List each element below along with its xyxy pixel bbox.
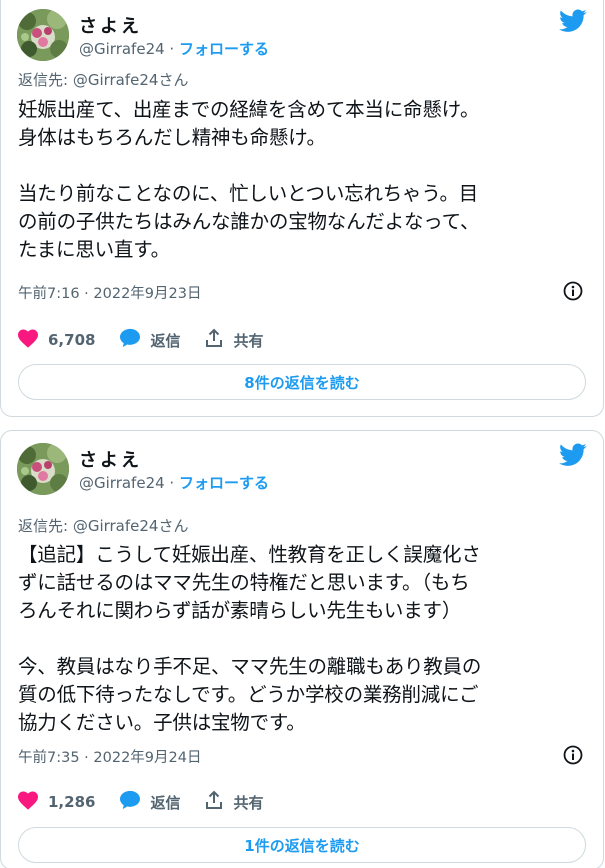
tweet-text-line: 質の低下待ったなしです。どうか学校の業務削減にご: [18, 683, 479, 706]
reply-label: 返信: [150, 793, 181, 812]
like-button[interactable]: 6,708: [17, 328, 95, 352]
tweet-text-line: 協力ください。子供は宝物です。: [18, 711, 306, 734]
separator: ·: [164, 474, 179, 492]
share-button[interactable]: 共有: [204, 790, 263, 814]
tweet-text: 妊娠出産て、出産までの経緯を含めて本当に命懸け。 身体はもちろんだし精神も命懸け…: [18, 96, 598, 264]
tweet-text-blank-line: [18, 152, 598, 180]
reply-to-label: 返信先: @Girrafe24さん: [18, 71, 189, 89]
tweet-text-line: ずに話せるのはママ先生の特権だと思います。（もち: [18, 571, 470, 594]
tweet-header: さよえ @Girrafe24 · フォローする: [17, 9, 587, 67]
author-handle[interactable]: @Girrafe24: [79, 474, 165, 492]
tweet-actions: 6,708 返信 共有: [17, 327, 287, 353]
speech-bubble-icon: [119, 790, 141, 814]
tweet-text-line: 身体はもちろんだし精神も命懸け。: [18, 126, 326, 149]
follow-button[interactable]: フォローする: [179, 474, 269, 492]
tweet-text-blank-line: [18, 625, 598, 653]
read-replies-button[interactable]: 1件の返信を読む: [18, 827, 586, 863]
timestamp-link[interactable]: 午前7:35 · 2022年9月24日: [18, 746, 201, 767]
tweet-card: さよえ @Girrafe24 · フォローする 返信先: @Girrafe24さ…: [0, 430, 604, 868]
twitter-bird-icon[interactable]: [559, 9, 587, 37]
embedded-tweets-page: さよえ @Girrafe24 · フォローする 返信先: @Girrafe24さ…: [0, 0, 605, 868]
read-replies-button[interactable]: 8件の返信を読む: [18, 364, 586, 400]
author-handle-line: @Girrafe24 · フォローする: [79, 38, 269, 59]
like-count: 6,708: [48, 331, 96, 349]
avatar[interactable]: [17, 443, 69, 495]
author-handle[interactable]: @Girrafe24: [79, 40, 165, 58]
twitter-bird-icon[interactable]: [559, 443, 587, 471]
heart-icon: [17, 328, 39, 352]
reply-button[interactable]: 返信: [119, 328, 180, 352]
share-arrow-icon: [204, 790, 224, 814]
timestamp-link[interactable]: 午前7:16 · 2022年9月23日: [18, 282, 201, 303]
tweet-card: さよえ @Girrafe24 · フォローする 返信先: @Girrafe24さ…: [0, 0, 604, 417]
tweet-header: さよえ @Girrafe24 · フォローする: [17, 443, 587, 501]
follow-button[interactable]: フォローする: [179, 40, 269, 58]
avatar[interactable]: [17, 9, 69, 61]
share-label: 共有: [233, 331, 264, 350]
reply-button[interactable]: 返信: [119, 790, 180, 814]
share-button[interactable]: 共有: [204, 328, 263, 352]
separator: ·: [164, 40, 179, 58]
tweet-text-line: 妊娠出産て、出産までの経緯を含めて本当に命懸け。: [18, 98, 480, 121]
share-label: 共有: [233, 793, 264, 812]
tweet-text-line: ろんそれに関わらず話が素晴らしい先生もいます）: [18, 599, 462, 622]
author-handle-line: @Girrafe24 · フォローする: [79, 472, 269, 493]
author-name[interactable]: さよえ: [79, 12, 142, 38]
heart-icon: [17, 790, 39, 814]
reply-label: 返信: [150, 331, 181, 350]
tweet-text-line: の前の子供たちはみんな誰かの宝物なんだよなって、: [18, 210, 480, 233]
reply-to-label: 返信先: @Girrafe24さん: [18, 517, 189, 535]
like-button[interactable]: 1,286: [17, 790, 95, 814]
tweet-text-line: 当たり前なことなのに、忙しいとつい忘れちゃう。目: [18, 182, 479, 205]
tweet-actions: 1,286 返信 共有: [17, 789, 287, 815]
tweet-text-line: 今、教員はなり手不足、ママ先生の離職もあり教員の: [18, 655, 482, 678]
tweet-text-line: たまに思い直す。: [18, 238, 170, 261]
tweet-text: 【追記】こうして妊娠出産、性教育を正しく誤魔化さ ずに話せるのはママ先生の特権だ…: [18, 541, 598, 737]
tweet-text-line: 【追記】こうして妊娠出産、性教育を正しく誤魔化さ: [18, 543, 481, 566]
author-name[interactable]: さよえ: [79, 446, 142, 472]
like-count: 1,286: [48, 793, 96, 811]
info-icon[interactable]: [563, 281, 583, 305]
speech-bubble-icon: [119, 328, 141, 352]
share-arrow-icon: [204, 328, 224, 352]
info-icon[interactable]: [563, 745, 583, 769]
